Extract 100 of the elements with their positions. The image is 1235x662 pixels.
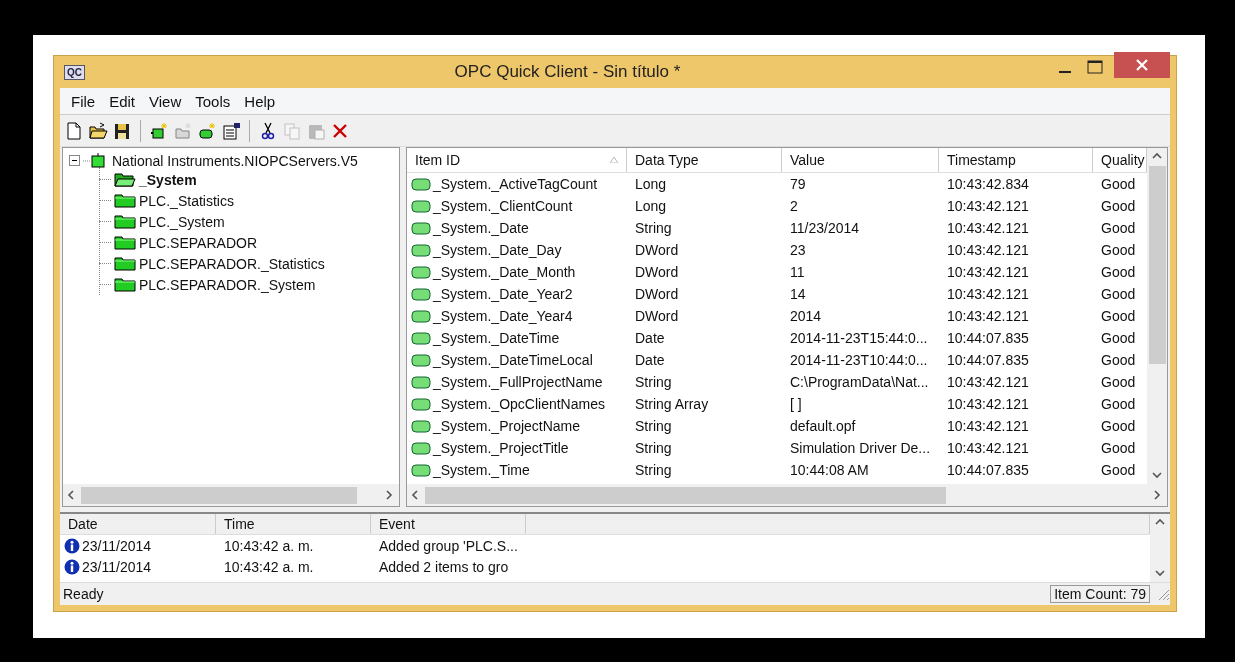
table-cell-text: 10:43:42 a. m. [223, 558, 315, 575]
tree-item[interactable]: National Instruments.NIOPCServers.V5 [112, 152, 358, 169]
table-cell-text: Good [1100, 352, 1137, 368]
table-cell: _System._Date_Year4 [433, 308, 573, 324]
close-icon [1136, 59, 1148, 71]
scrollbar-thumb[interactable] [425, 486, 947, 504]
table-cell-text: 10:43:42.121 [946, 242, 1030, 258]
tree-item[interactable]: PLC._Statistics [139, 192, 234, 209]
tree-item[interactable]: _System [139, 171, 197, 188]
table-cell: _System._Date_Year2 [433, 286, 573, 302]
table-cell-text: Added group 'PLC.S... [378, 537, 519, 554]
tag-icon [411, 265, 431, 279]
copy-icon [282, 120, 302, 141]
info-icon [64, 537, 80, 554]
table-cell-text: DWord [634, 308, 680, 324]
tag-sparkle-icon [197, 120, 217, 141]
table-cell-text: DWord [634, 264, 680, 280]
menu-item[interactable]: Tools [188, 92, 238, 110]
scrollbar-thumb[interactable] [1148, 166, 1166, 364]
table-cell: _System._Date_Month [433, 264, 576, 280]
table-cell-text: Good [1100, 330, 1137, 346]
tag-icon [411, 221, 431, 235]
table-cell-text: DWord [634, 242, 680, 258]
menu-item[interactable]: File [64, 92, 103, 110]
scroll-left-icon[interactable] [411, 490, 421, 500]
table-cell-text: Date [634, 352, 666, 368]
table-cell-text: DWord [634, 286, 680, 302]
table-cell-text: Good [1100, 286, 1137, 302]
column-header[interactable]: Time [216, 514, 371, 534]
tag-icon [411, 463, 431, 477]
table-cell: _System._DateTime [433, 330, 560, 346]
table-cell: _System._Date_Day [433, 242, 562, 258]
scroll-down-icon[interactable] [1152, 470, 1162, 480]
table-cell-text: Good [1100, 176, 1137, 192]
vertical-scrollbar[interactable] [1147, 148, 1167, 484]
table-cell: _System._DateTimeLocal [433, 352, 593, 368]
resize-grip-icon[interactable] [1156, 587, 1170, 601]
column-header[interactable]: Date [60, 514, 216, 534]
table-cell-text: Simulation Driver De... [789, 440, 932, 456]
table-cell: _System._OpcClientNames [433, 396, 605, 412]
column-header[interactable]: Value [782, 148, 939, 172]
scroll-down-icon[interactable] [1155, 568, 1165, 578]
table-cell-text: String Array [634, 396, 710, 412]
tree-item[interactable]: PLC.SEPARADOR._System [139, 276, 316, 293]
vertical-scrollbar[interactable] [1150, 514, 1170, 582]
folder-icon [114, 214, 136, 229]
table-cell-text: Date [634, 330, 666, 346]
open-folder-icon [114, 172, 136, 187]
table-cell-text: default.opf [789, 418, 857, 434]
table-cell-text: Good [1100, 198, 1137, 214]
table-cell: _System._ActiveTagCount [433, 176, 598, 192]
tree-item[interactable]: PLC._System [139, 213, 225, 230]
server-sparkle-icon [149, 120, 169, 141]
table-cell-text: Good [1100, 462, 1137, 478]
table-cell-text: 10:43:42.121 [946, 264, 1030, 280]
column-header[interactable]: Data Type [627, 148, 782, 172]
scroll-right-icon[interactable] [1153, 490, 1163, 500]
table-cell: _System._FullProjectName [433, 374, 603, 390]
scrollbar-thumb[interactable] [81, 486, 357, 504]
table-cell-text: Good [1100, 220, 1137, 236]
tag-icon [411, 199, 431, 213]
table-cell-text: 10:43:42.121 [946, 286, 1030, 302]
menu-item[interactable]: View [142, 92, 189, 110]
tag-icon [411, 287, 431, 301]
menu-item[interactable]: Help [237, 92, 283, 110]
scroll-left-icon[interactable] [67, 490, 77, 500]
tree-item[interactable]: PLC.SEPARADOR._Statistics [139, 255, 325, 272]
horizontal-scrollbar[interactable] [63, 484, 399, 506]
status-text: Ready [63, 586, 105, 602]
scroll-right-icon[interactable] [385, 490, 395, 500]
tag-icon [411, 441, 431, 455]
table-cell-text: 10:44:07.835 [946, 462, 1030, 478]
folder-icon [114, 235, 136, 250]
table-cell-text: C:\ProgramData\Nat... [789, 374, 930, 390]
table-cell-text: 10:43:42 a. m. [223, 537, 315, 554]
table-cell-text: 23 [789, 242, 807, 258]
sort-arrow-icon [610, 157, 618, 163]
new-page-icon [64, 120, 84, 141]
column-header[interactable]: Event [371, 514, 526, 534]
tree-item[interactable]: PLC.SEPARADOR [139, 234, 257, 251]
table-cell-text: String [634, 374, 673, 390]
window-title: OPC Quick Client - Sin título * [453, 62, 682, 82]
collapse-icon[interactable] [69, 155, 80, 166]
horizontal-scrollbar[interactable] [407, 484, 1167, 506]
tag-icon [411, 243, 431, 257]
folder-icon [114, 277, 136, 292]
tag-icon [411, 419, 431, 433]
table-cell-text: 2 [789, 198, 799, 214]
table-cell-text: Good [1100, 242, 1137, 258]
close-button[interactable] [1114, 52, 1170, 78]
menu-item[interactable]: Edit [102, 92, 143, 110]
column-header[interactable]: Timestamp [939, 148, 1093, 172]
table-cell: 23/11/2014 [82, 537, 152, 554]
table-cell-text: Good [1100, 396, 1137, 412]
folder-icon [114, 193, 136, 208]
document-list-icon [221, 120, 241, 141]
column-header[interactable]: Item ID [407, 148, 627, 172]
tag-icon [411, 331, 431, 345]
table-cell-text: 10:43:42.121 [946, 308, 1030, 324]
table-cell: _System._ProjectTitle [433, 440, 569, 456]
